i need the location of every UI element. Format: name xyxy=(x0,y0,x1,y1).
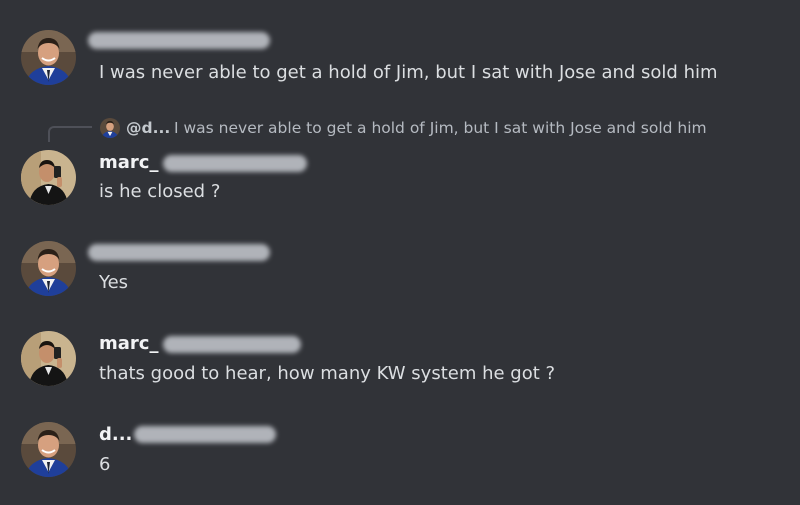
man-selfie-avatar-icon xyxy=(21,331,76,386)
man-selfie-avatar-icon xyxy=(21,150,76,205)
message-text: I was never able to get a hold of Jim, b… xyxy=(99,62,718,83)
avatar-suit-man[interactable] xyxy=(21,241,76,296)
redacted-username-suffix xyxy=(163,155,307,172)
username[interactable]: marc_ xyxy=(99,333,158,355)
redacted-username xyxy=(88,32,270,49)
message-text: Yes xyxy=(99,272,129,293)
redacted-username-suffix xyxy=(134,426,276,443)
reply-author[interactable]: @d... xyxy=(126,117,170,139)
chat-message-list: I was never able to get a hold of Jim, b… xyxy=(0,0,800,505)
redacted-username-suffix xyxy=(163,336,301,353)
username[interactable]: marc_ xyxy=(99,152,158,174)
avatar-suit-man[interactable] xyxy=(21,422,76,477)
avatar-suit-man[interactable] xyxy=(21,30,76,85)
reply-connector-line xyxy=(48,126,92,142)
reply-avatar[interactable] xyxy=(100,118,120,138)
message-text: is he closed ? xyxy=(99,181,221,202)
username[interactable]: d... xyxy=(99,424,132,446)
redacted-username xyxy=(88,244,270,261)
man-in-suit-avatar-icon xyxy=(100,118,120,138)
avatar-selfie-man[interactable] xyxy=(21,150,76,205)
avatar-selfie-man[interactable] xyxy=(21,331,76,386)
man-in-suit-avatar-icon xyxy=(21,422,76,477)
reply-preview-text[interactable]: I was never able to get a hold of Jim, b… xyxy=(174,117,707,139)
message-text: thats good to hear, how many KW system h… xyxy=(99,363,556,384)
message-text: 6 xyxy=(99,454,111,475)
man-in-suit-avatar-icon xyxy=(21,241,76,296)
man-in-suit-avatar-icon xyxy=(21,30,76,85)
